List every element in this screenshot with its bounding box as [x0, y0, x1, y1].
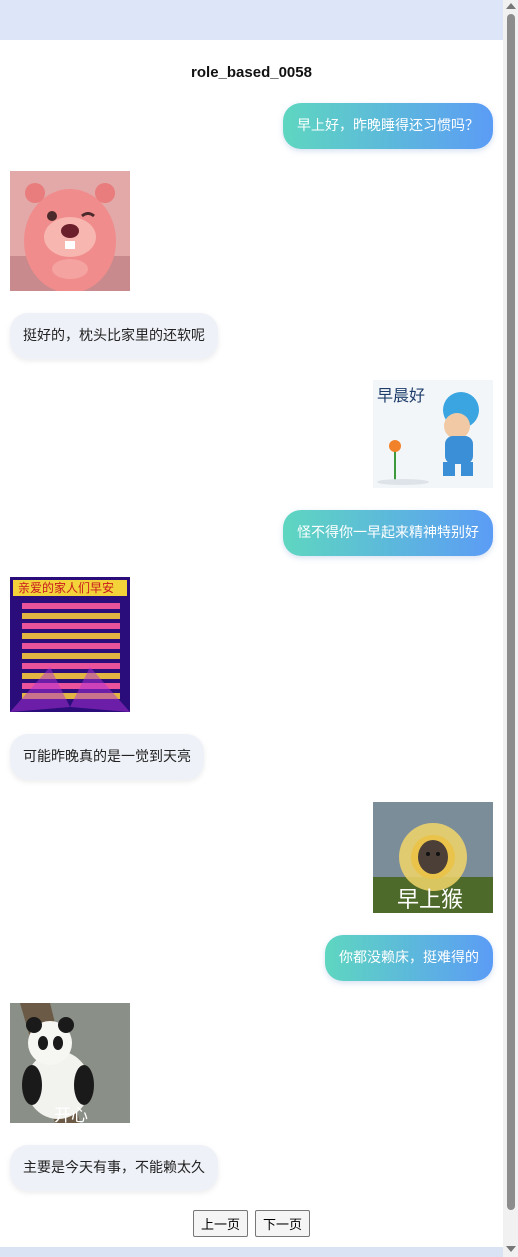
- sticker-image: [10, 171, 130, 291]
- message-bubble-sent: 你都没赖床，挺难得的: [325, 935, 493, 981]
- scroll-thumb[interactable]: [507, 14, 515, 1210]
- sticker-caption: 早晨好: [377, 386, 426, 405]
- top-bar: [0, 0, 503, 40]
- bottom-bar: [0, 1247, 503, 1257]
- sticker-image: 早上猴: [373, 802, 493, 913]
- sticker-caption: 亲爱的家人们早安: [18, 581, 115, 595]
- scroll-up-arrow-icon[interactable]: [506, 3, 516, 9]
- scroll-down-arrow-icon[interactable]: [506, 1246, 516, 1252]
- vertical-scrollbar[interactable]: [503, 0, 518, 1257]
- message-bubble-received: 主要是今天有事，不能赖太久: [10, 1145, 218, 1191]
- sticker-caption: 开心: [54, 1106, 88, 1123]
- message-bubble-received: 挺好的，枕头比家里的还软呢: [10, 313, 218, 359]
- sticker-caption: 早上猴: [397, 888, 464, 913]
- sticker-image: 早晨好: [373, 380, 493, 488]
- sticker-image: 亲爱的家人们早安: [10, 577, 130, 712]
- prev-page-button[interactable]: 上一页: [192, 1210, 248, 1237]
- pink-beaver-wink-sticker-icon: [10, 171, 130, 291]
- message-bubble-received: 可能昨晚真的是一觉到天亮: [10, 734, 204, 780]
- sticker-image: 开心: [10, 1003, 130, 1123]
- pagination: 上一页 下一页: [0, 1210, 503, 1237]
- next-page-button[interactable]: 下一页: [255, 1210, 311, 1237]
- message-bubble-sent: 早上好，昨晚睡得还习惯吗？: [283, 103, 493, 149]
- page-title: role_based_0058: [191, 64, 312, 81]
- message-bubble-sent: 怪不得你一早起来精神特别好: [283, 510, 493, 556]
- chat-panel: role_based_0058 早上好，昨晚睡得还习惯吗？ 挺好的，枕头比家里的…: [0, 40, 503, 1247]
- morning-greeting-card-icon: [10, 577, 130, 712]
